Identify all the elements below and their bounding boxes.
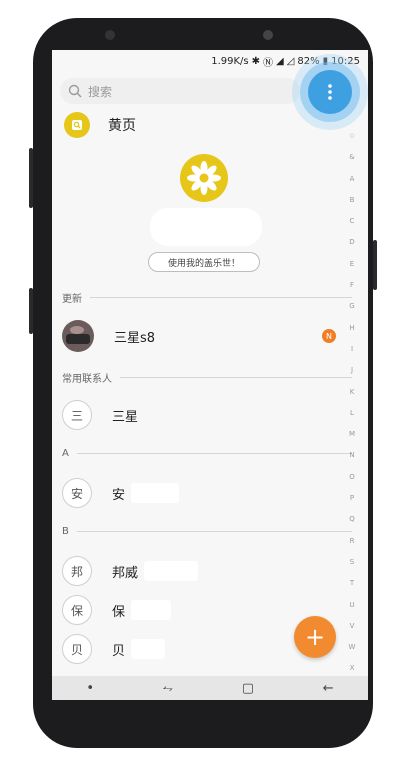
- index-letter[interactable]: J: [351, 360, 353, 381]
- index-letter[interactable]: R: [350, 531, 355, 552]
- redacted-name: [131, 600, 172, 620]
- index-letter[interactable]: F: [350, 275, 354, 296]
- contact-avatar: 安: [62, 478, 92, 508]
- bluetooth-icon: ✱: [251, 55, 261, 67]
- index-letter[interactable]: N: [349, 445, 354, 466]
- yellow-pages-icon: [64, 112, 90, 138]
- index-letter[interactable]: D: [349, 232, 354, 253]
- status-bar: 1.99K/s ✱ Ⓝ ◢ ◿ 82% ▮ 10:25: [52, 50, 368, 72]
- index-letter[interactable]: U: [349, 595, 354, 616]
- search-bar[interactable]: 搜索: [60, 78, 300, 104]
- index-letter[interactable]: G: [349, 296, 354, 317]
- section-favorites-label: 常用联系人: [62, 374, 112, 385]
- new-badge: N: [322, 329, 336, 343]
- index-letter[interactable]: Q: [349, 509, 355, 530]
- index-letter[interactable]: A: [350, 169, 355, 190]
- redacted-name: [144, 561, 199, 581]
- contact-photo: [62, 320, 94, 352]
- add-contact-button[interactable]: +: [294, 616, 336, 658]
- contact-name: 安: [112, 487, 126, 503]
- search-placeholder: 搜索: [88, 84, 113, 99]
- recent-apps-icon[interactable]: ⥊: [163, 681, 173, 696]
- index-letter[interactable]: S: [350, 552, 354, 573]
- contact-row[interactable]: 邦 邦威: [62, 556, 352, 586]
- clock: 10:25: [331, 55, 360, 67]
- nav-dot-icon: •: [86, 680, 94, 696]
- index-letter[interactable]: V: [350, 616, 355, 637]
- section-b-label: B: [62, 526, 69, 537]
- profile-name-redacted: [150, 208, 262, 246]
- contact-avatar: 邦: [62, 556, 92, 586]
- index-letter[interactable]: C: [350, 211, 355, 232]
- index-letter[interactable]: B: [350, 190, 355, 211]
- bixby-button: [29, 148, 33, 208]
- wifi-icon: ◢: [276, 55, 284, 67]
- index-letter[interactable]: ☆: [349, 126, 355, 147]
- front-camera: [263, 30, 273, 40]
- index-letter[interactable]: I: [351, 339, 353, 360]
- index-letter[interactable]: T: [350, 573, 354, 594]
- contact-row[interactable]: 三 三星: [62, 400, 352, 430]
- index-letter[interactable]: &: [349, 147, 354, 168]
- index-letter[interactable]: O: [349, 467, 355, 488]
- contact-name: 保: [112, 604, 126, 620]
- section-a-label: A: [62, 448, 69, 459]
- volume-button: [29, 288, 33, 334]
- index-letter[interactable]: H: [349, 318, 354, 339]
- index-letter[interactable]: P: [350, 488, 354, 509]
- more-vert-icon: [328, 84, 332, 100]
- contact-avatar: 贝: [62, 634, 92, 664]
- search-icon: [68, 84, 82, 98]
- profile-avatar[interactable]: [180, 154, 228, 202]
- contact-name: 邦威: [112, 565, 139, 581]
- redacted-name: [131, 483, 180, 503]
- section-favorites: 常用联系人: [62, 370, 352, 385]
- yellow-pages-label: 黄页: [108, 118, 136, 134]
- contact-row[interactable]: 三星s8: [62, 320, 352, 352]
- home-icon[interactable]: ▢: [242, 681, 254, 696]
- signal-icon: ◿: [286, 55, 295, 67]
- index-letter[interactable]: M: [349, 424, 355, 445]
- network-speed: 1.99K/s: [211, 55, 249, 67]
- power-button: [373, 240, 377, 290]
- index-letter[interactable]: L: [350, 403, 354, 424]
- more-options-button[interactable]: [308, 70, 352, 114]
- battery-icon: ▮: [322, 55, 329, 67]
- index-letter[interactable]: K: [350, 382, 355, 403]
- contact-name: 贝: [112, 643, 126, 659]
- contacts-screen: 1.99K/s ✱ Ⓝ ◢ ◿ 82% ▮ 10:25 搜索 黄页 使用我的盖乐…: [52, 50, 368, 700]
- alphabet-index[interactable]: ☆&ABCDEFGHIJKLMNOPQRSTUVWXYZ#: [344, 126, 360, 700]
- iris-sensor: [105, 30, 115, 40]
- contact-row[interactable]: 安 安: [62, 478, 352, 508]
- contact-avatar: 三: [62, 400, 92, 430]
- use-my-galaxy-button[interactable]: 使用我的盖乐世！: [148, 252, 260, 272]
- navigation-bar: • ⥊ ▢ ←: [52, 676, 368, 700]
- contact-name: 三星s8: [114, 330, 156, 346]
- yellow-pages-row[interactable]: 黄页: [64, 112, 136, 138]
- index-letter[interactable]: W: [349, 637, 356, 658]
- contact-name: 三星: [112, 409, 139, 425]
- section-updates: 更新: [62, 290, 352, 305]
- flower-icon: [187, 161, 221, 195]
- section-updates-label: 更新: [62, 294, 82, 305]
- section-a: A: [62, 448, 352, 459]
- index-letter[interactable]: E: [350, 254, 354, 275]
- redacted-name: [131, 639, 166, 659]
- battery-percent: 82%: [297, 55, 320, 67]
- back-icon[interactable]: ←: [323, 681, 334, 696]
- section-b: B: [62, 526, 352, 537]
- nfc-icon: Ⓝ: [263, 57, 274, 69]
- contact-avatar: 保: [62, 595, 92, 625]
